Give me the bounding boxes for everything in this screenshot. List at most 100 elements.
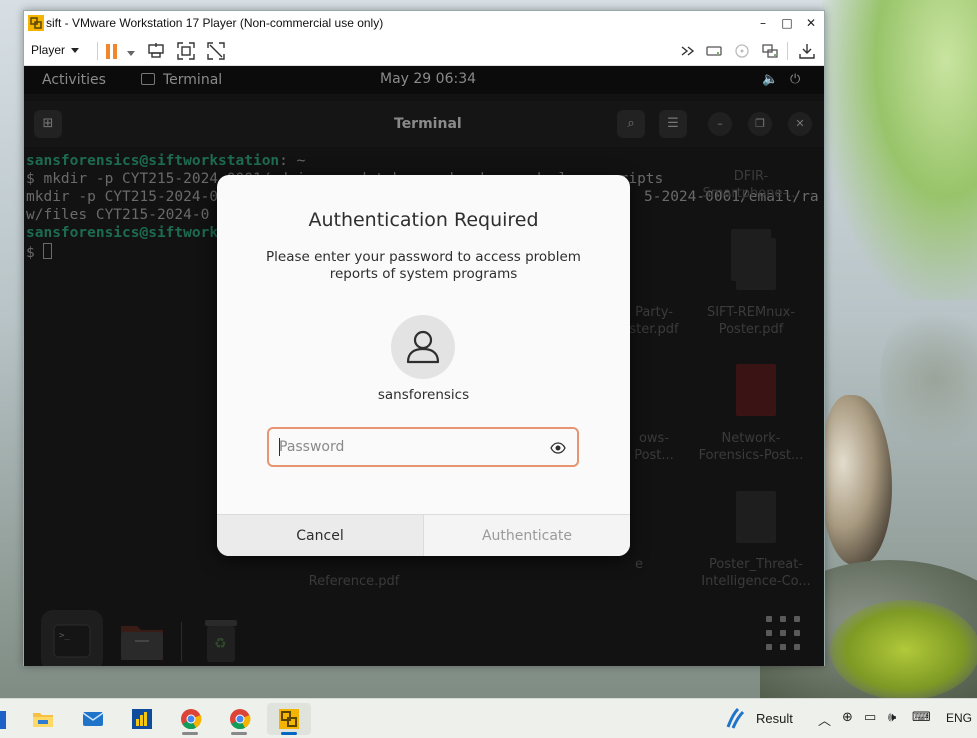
desktop-icon-label: Reference.pdf bbox=[308, 574, 400, 589]
taskbar-power-bi[interactable] bbox=[121, 703, 161, 735]
taskbar-vmware-player[interactable] bbox=[267, 703, 311, 735]
username-label: sansforensics bbox=[377, 387, 470, 403]
dialog-title: Authentication Required bbox=[308, 209, 539, 231]
window-minimize-icon[interactable]: – bbox=[708, 112, 732, 136]
pause-icon[interactable] bbox=[106, 44, 118, 59]
user-icon bbox=[406, 330, 440, 364]
trash-icon: ♻ bbox=[205, 620, 237, 662]
running-indicator bbox=[182, 732, 198, 735]
window-title: sift - VMware Workstation 17 Player (Non… bbox=[46, 16, 384, 30]
authentication-dialog: Authentication Required Please enter you… bbox=[217, 175, 630, 556]
fullscreen-icon[interactable] bbox=[177, 42, 195, 60]
desktop-icon-label: ows- Post... bbox=[634, 431, 674, 463]
hard-disk-icon[interactable] bbox=[705, 42, 723, 60]
terminal-icon: >_ bbox=[53, 624, 91, 658]
show-password-eye-icon[interactable] bbox=[550, 440, 566, 456]
activities-button[interactable]: Activities bbox=[42, 72, 106, 88]
terminal-prompt-line: $ bbox=[26, 243, 53, 261]
wallpaper-bird bbox=[822, 395, 892, 565]
mail-icon bbox=[82, 712, 104, 726]
wallpaper-foliage bbox=[822, 0, 977, 300]
power-dropdown-icon[interactable] bbox=[127, 51, 135, 56]
password-input[interactable] bbox=[279, 437, 534, 457]
terminal-icon bbox=[141, 73, 155, 85]
network-adapter-icon[interactable] bbox=[761, 42, 779, 60]
weather-icon[interactable] bbox=[725, 707, 747, 731]
pdf-file-icon[interactable] bbox=[736, 238, 776, 290]
power-bi-icon bbox=[132, 709, 152, 729]
power-icon[interactable]: ⏻ bbox=[790, 72, 800, 87]
dock-terminal[interactable]: >_ bbox=[41, 610, 103, 666]
pdf-file-icon[interactable] bbox=[736, 491, 776, 543]
show-hidden-icons-icon[interactable]: ︿ bbox=[818, 710, 831, 729]
terminal-cursor bbox=[43, 243, 53, 259]
desktop-icon-label: e bbox=[635, 557, 643, 572]
double-chevron-right-icon[interactable] bbox=[679, 42, 697, 60]
volume-icon[interactable]: 🔈 bbox=[762, 72, 778, 87]
battery-icon[interactable]: ▭ bbox=[864, 710, 876, 725]
cancel-button[interactable]: Cancel bbox=[217, 515, 423, 556]
password-field[interactable] bbox=[267, 427, 579, 467]
taskbar-edge-app-icon[interactable] bbox=[0, 711, 6, 729]
onedrive-icon[interactable]: ⊕ bbox=[842, 710, 853, 725]
folder-icon bbox=[121, 626, 163, 660]
new-tab-icon[interactable]: ⊞ bbox=[34, 110, 62, 138]
taskbar-chrome[interactable] bbox=[170, 703, 210, 735]
chevron-down-icon bbox=[71, 48, 80, 54]
text-cursor bbox=[279, 438, 280, 456]
vmware-toolbar: Player bbox=[24, 36, 824, 66]
terminal-line: w/files CYT215-2024-0 bbox=[26, 207, 210, 223]
file-explorer-icon bbox=[33, 713, 53, 727]
gnome-top-bar: Activities Terminal May 29 06:34 🔈 ⏻ bbox=[24, 66, 824, 94]
search-icon[interactable]: ⌕ bbox=[617, 110, 645, 138]
player-menu-label: Player bbox=[31, 43, 66, 57]
menu-icon[interactable]: ☰ bbox=[659, 110, 687, 138]
player-menu[interactable]: Player bbox=[31, 43, 80, 57]
dialog-message: Please enter your password to access pro… bbox=[266, 249, 581, 282]
windows-taskbar: Result ︿ ⊕ ▭ 🕪 ⌨ ENG bbox=[0, 698, 977, 738]
terminal-line: mkdir -p CYT215-2024-0 bbox=[26, 189, 219, 205]
chrome-icon bbox=[181, 709, 202, 730]
maximize-button[interactable]: □ bbox=[774, 13, 800, 33]
language-indicator[interactable]: ENG bbox=[946, 711, 972, 725]
weather-label[interactable]: Result bbox=[756, 711, 793, 726]
active-app-menu[interactable]: Terminal bbox=[141, 72, 222, 88]
desktop-icon-label: DFIR- Smartphone-... bbox=[702, 169, 800, 201]
dock-files[interactable] bbox=[111, 610, 173, 666]
dock-trash[interactable]: ♻ bbox=[189, 610, 251, 666]
unity-mode-icon[interactable] bbox=[207, 42, 225, 60]
svg-text:♻: ♻ bbox=[214, 636, 227, 652]
terminal-line: sansforensics@siftworkstation: ~ bbox=[26, 153, 306, 169]
wallpaper-moss bbox=[830, 600, 977, 698]
desktop-icon-label: Poster_Threat- Intelligence-Co... bbox=[701, 557, 811, 589]
toolbar-divider bbox=[787, 42, 788, 60]
active-indicator bbox=[281, 732, 297, 735]
download-icon[interactable] bbox=[798, 42, 816, 60]
window-close-icon[interactable]: ✕ bbox=[788, 112, 812, 136]
send-ctrl-alt-del-icon[interactable] bbox=[147, 42, 165, 60]
wallpaper-blur bbox=[880, 300, 977, 460]
window-titlebar[interactable]: sift - VMware Workstation 17 Player (Non… bbox=[24, 11, 824, 36]
taskbar-chrome-2[interactable] bbox=[219, 703, 259, 735]
desktop-icon-label: SIFT-REMnux- Poster.pdf bbox=[706, 305, 796, 337]
terminal-line: sansforensics@siftwork bbox=[26, 225, 219, 241]
running-indicator bbox=[231, 732, 247, 735]
avatar bbox=[391, 315, 455, 379]
minimize-button[interactable]: – bbox=[750, 13, 776, 33]
window-maximize-icon[interactable]: ❐ bbox=[748, 112, 772, 136]
authenticate-button[interactable]: Authenticate bbox=[424, 515, 630, 556]
speaker-icon[interactable]: 🕪 bbox=[888, 710, 896, 725]
cd-rom-icon[interactable] bbox=[733, 42, 751, 60]
pdf-file-icon[interactable] bbox=[736, 364, 776, 416]
terminal-headerbar: ⊞ Terminal ⌕ ☰ – ❐ ✕ bbox=[24, 101, 824, 147]
dialog-button-row: Cancel Authenticate bbox=[217, 514, 630, 556]
vmware-player-icon bbox=[279, 709, 299, 729]
clock[interactable]: May 29 06:34 bbox=[380, 71, 476, 87]
chrome-icon bbox=[230, 709, 251, 730]
keyboard-icon[interactable]: ⌨ bbox=[912, 710, 931, 725]
taskbar-file-explorer[interactable] bbox=[22, 703, 62, 735]
show-apps-icon[interactable] bbox=[766, 616, 800, 650]
terminal-title: Terminal bbox=[394, 116, 462, 132]
close-button[interactable]: ✕ bbox=[798, 13, 824, 33]
taskbar-mail[interactable] bbox=[72, 703, 112, 735]
